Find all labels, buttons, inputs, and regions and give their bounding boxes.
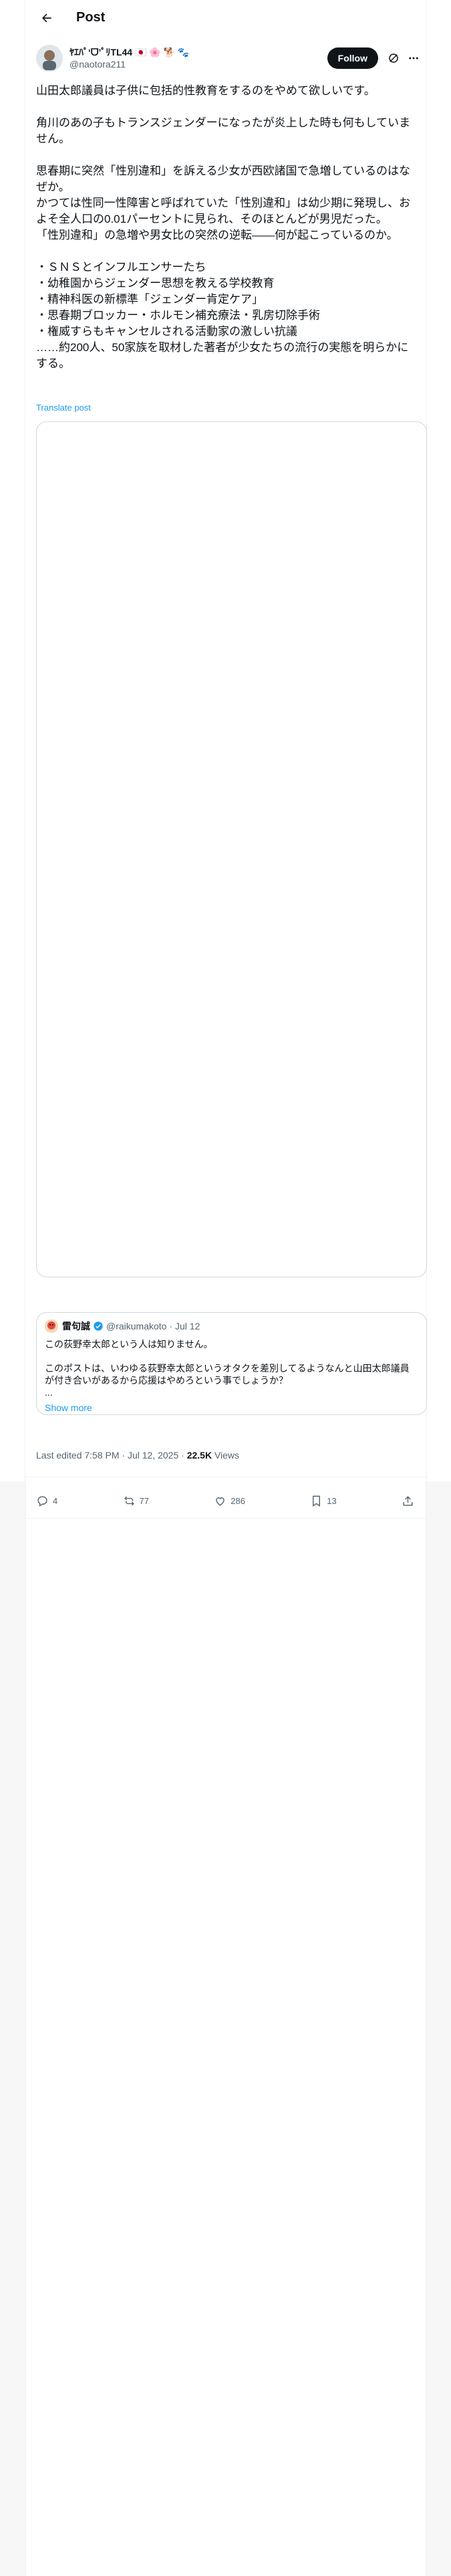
arrow-left-icon	[42, 13, 51, 22]
top-bar: Post	[25, 0, 426, 35]
share-button[interactable]	[402, 1495, 418, 1507]
quoted-author-handle: @raikumakoto	[106, 1321, 167, 1331]
avatar-image	[36, 45, 63, 72]
more-icon[interactable]	[406, 51, 421, 66]
avatar[interactable]	[36, 45, 63, 72]
back-button[interactable]	[35, 6, 59, 30]
reply-count: 4	[53, 1495, 58, 1506]
like-button[interactable]: 286	[214, 1495, 245, 1507]
repost-count: 77	[139, 1495, 149, 1506]
post-line: ・思春期ブロッカー・ホルモン補充療法・乳房切除手術	[36, 309, 320, 322]
timeline-column-empty	[25, 1481, 426, 2576]
reply-button[interactable]: 4	[36, 1495, 57, 1507]
like-count: 286	[231, 1495, 245, 1506]
post-line: ・精神科医の新標準「ジェンダー肯定ケア」	[36, 293, 263, 306]
heart-icon	[216, 1497, 225, 1506]
share-icon	[403, 1495, 413, 1506]
post-line: ・幼稚園からジェンダー思想を教える学校教育	[36, 277, 275, 290]
display-name-text: ﾔｴﾊﾟ‘ᗜ’ﾟﾘTL44	[69, 47, 133, 58]
quoted-line: このポストは、いわゆる荻野幸太郎というオタクを差別してるようなんと山田太郎議員が…	[45, 1363, 410, 1386]
quoted-avatar	[45, 1319, 58, 1333]
quoted-avatar-image	[45, 1319, 58, 1333]
post-timestamp[interactable]: Last edited 7:58 PM · Jul 12, 2025 ·	[36, 1450, 187, 1461]
quoted-author-name: 雷句誠	[62, 1321, 90, 1331]
post-line	[36, 147, 420, 163]
post-line: ……約200人、50家族を取材した著者が少女たちの流行の実態を明らかにする。	[36, 341, 409, 370]
post-line: 角川のあの子もトランスジェンダーになったが炎上した時も何もしていません。	[36, 116, 411, 145]
post-line	[36, 243, 420, 259]
follow-button[interactable]: Follow	[327, 47, 378, 69]
verified-badge-icon	[94, 1321, 103, 1331]
repost-button[interactable]: 77	[123, 1495, 149, 1507]
bookmark-button[interactable]: 13	[310, 1495, 337, 1507]
post-author: ﾔｴﾊﾟ‘ᗜ’ﾟﾘTL44 🇯🇵 🌸 🐕 🐾 @naotora211 Follo…	[36, 41, 426, 75]
action-bar: 4 77 286 13	[36, 1489, 426, 1513]
translate-post-link[interactable]: Translate post	[36, 403, 91, 413]
post-media[interactable]	[36, 421, 427, 1277]
reply-icon	[37, 1495, 47, 1507]
views-count: 22.5K	[186, 1450, 212, 1461]
grok-icon[interactable]	[386, 51, 401, 66]
bookmark-count: 13	[327, 1495, 337, 1506]
divider	[25, 1518, 426, 1519]
post-line: ・権威すらもキャンセルされる活動家の激しい抗議	[36, 325, 297, 338]
quoted-post[interactable]: 雷句誠 @raikumakoto · Jul 12 この荻野幸太郎という人は知り…	[36, 1312, 427, 1415]
quoted-date: · Jul 12	[169, 1321, 200, 1331]
post-line: かつては性同一性障害と呼ばれていた「性別違和」は幼少期に発現し、およそ全人口の0…	[36, 197, 411, 225]
author-names: ﾔｴﾊﾟ‘ᗜ’ﾟﾘTL44 🇯🇵 🌸 🐕 🐾 @naotora211	[69, 46, 327, 70]
post-line: 「性別違和」の急増や男女比の突然の逆転――何が起こっているのか。	[36, 229, 398, 241]
post-meta: Last edited 7:58 PM · Jul 12, 2025 · 22.…	[36, 1450, 239, 1461]
post-line: 山田太郎議員は子供に包括的性教育をするのをやめて欲しいです。	[36, 84, 375, 97]
post-line	[36, 99, 420, 115]
name-emoji: 🇯🇵 🌸 🐕 🐾	[134, 47, 190, 58]
quoted-post-header: 雷句誠 @raikumakoto · Jul 12	[45, 1319, 418, 1333]
quoted-line	[45, 1350, 418, 1362]
quoted-line: この荻野幸太郎という人は知りません。	[45, 1339, 213, 1350]
author-display-name[interactable]: ﾔｴﾊﾟ‘ᗜ’ﾟﾘTL44 🇯🇵 🌸 🐕 🐾	[69, 46, 327, 58]
quoted-text: この荻野幸太郎という人は知りません。 このポストは、いわゆる荻野幸太郎というオタ…	[45, 1338, 418, 1398]
post-line: 思春期に突然「性別違和」を訴える少女が西欧諸国で急増しているのはなぜか。	[36, 165, 410, 193]
show-more-link[interactable]: Show more	[45, 1402, 418, 1413]
bookmark-icon	[313, 1495, 321, 1507]
views-label: Views	[212, 1450, 240, 1461]
more-glyph	[409, 57, 418, 60]
author-handle[interactable]: @naotora211	[69, 58, 327, 70]
post-text: 山田太郎議員は子供に包括的性教育をするのをやめて欲しいです。 角川のあの子もトラ…	[36, 83, 420, 372]
page: Post ﾔｴﾊﾟ‘ᗜ’ﾟﾘTL44 🇯🇵 🌸 🐕 🐾 @naotora211 …	[0, 0, 451, 2576]
column-border-right	[426, 0, 427, 2576]
post-line: ・ＳＮＳとインフルエンサーたち	[36, 261, 206, 274]
page-title: Post	[76, 10, 106, 25]
grok-glyph	[389, 53, 398, 63]
quoted-line: ...	[45, 1387, 53, 1398]
repost-icon	[124, 1496, 134, 1505]
